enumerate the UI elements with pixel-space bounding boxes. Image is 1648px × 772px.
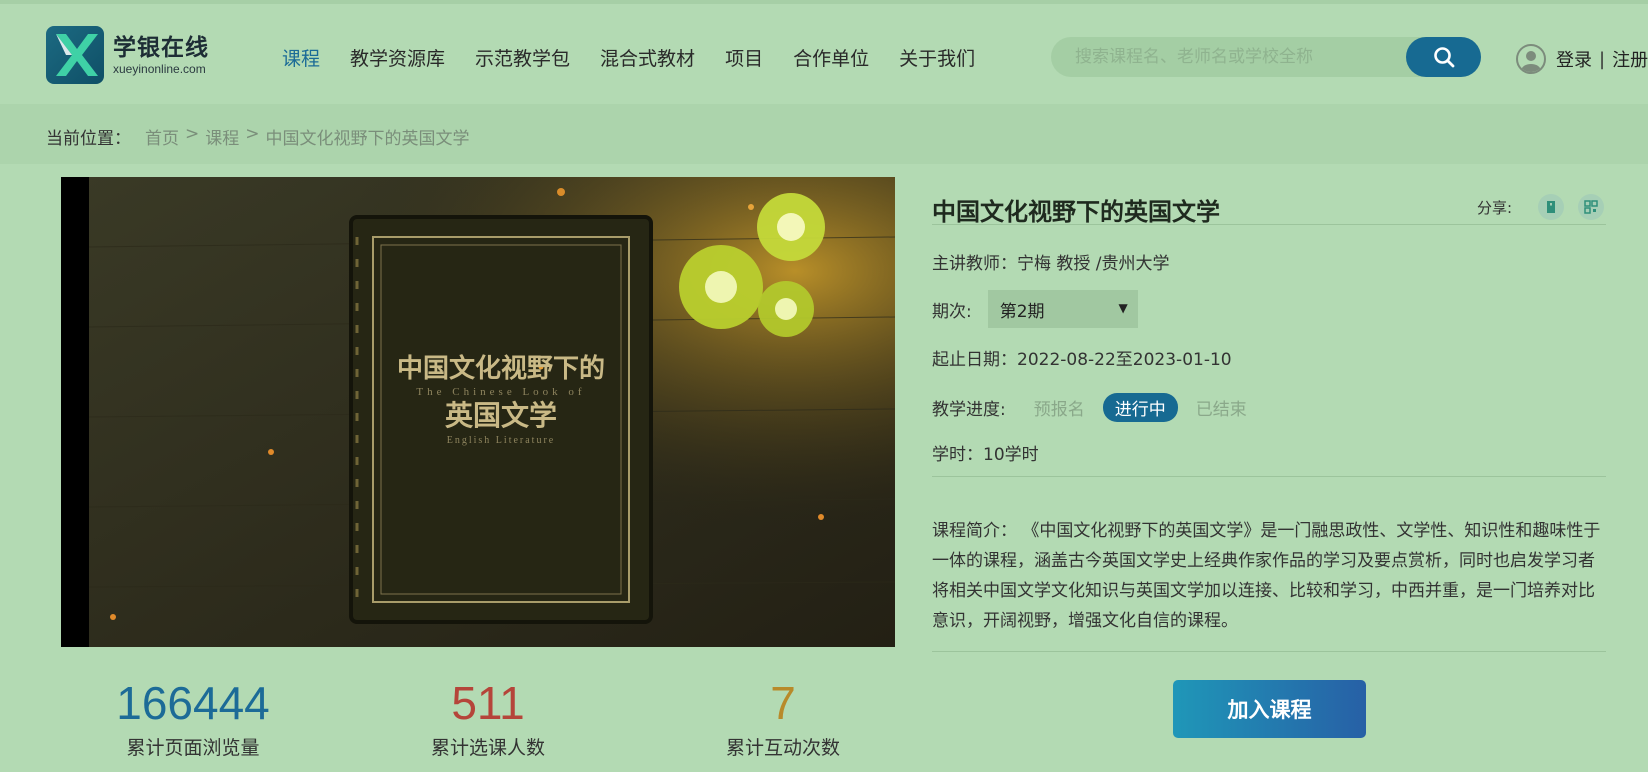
- stat-interactions: 7 累计互动次数: [663, 675, 903, 760]
- qrcode-share-icon[interactable]: [1578, 194, 1605, 220]
- nav-item-blended-textbooks[interactable]: 混合式教材: [600, 44, 695, 71]
- progress-step-ended: 已结束: [1195, 400, 1247, 420]
- site-logo[interactable]: 学银在线 xueyinonline.com: [46, 26, 209, 84]
- divider: [932, 651, 1606, 652]
- nav-item-about[interactable]: 关于我们: [899, 44, 975, 71]
- progress-row: 教学进度: 预报名 进行中 已结束: [932, 393, 1247, 422]
- stat-page-views-label: 累计页面浏览量: [126, 737, 260, 759]
- bookmark-share-icon[interactable]: [1538, 194, 1565, 220]
- video-cover-subtitle: The Chinese Look of: [416, 386, 585, 398]
- stat-interactions-value: 7: [770, 677, 796, 729]
- video-cover-title: 中国文化视野下的: [397, 353, 605, 384]
- user-avatar-icon[interactable]: [1516, 44, 1546, 74]
- stat-enrollments-label: 累计选课人数: [430, 737, 545, 759]
- share-label: 分享:: [1477, 198, 1513, 217]
- logo-text-cn: 学银在线: [113, 35, 209, 61]
- stat-enrollments-value: 511: [451, 677, 525, 729]
- breadcrumb: 当前位置： 首页 > 课程 > 中国文化视野下的英国文学: [46, 124, 470, 149]
- search-box: [1051, 37, 1481, 77]
- breadcrumb-separator: >: [185, 124, 200, 144]
- divider: [932, 476, 1606, 477]
- nav-item-partners[interactable]: 合作单位: [793, 44, 869, 71]
- dropdown-arrow-icon: ▼: [1118, 301, 1128, 315]
- search-button[interactable]: [1406, 37, 1481, 77]
- breadcrumb-bar: 当前位置： 首页 > 课程 > 中国文化视野下的英国文学: [0, 104, 1648, 164]
- course-video-player[interactable]: 中国文化视野下的 The Chinese Look of 英国文学 Englis…: [61, 177, 895, 647]
- join-course-button[interactable]: 加入课程: [1173, 680, 1366, 738]
- site-header: 学银在线 xueyinonline.com 课程 教学资源库 示范教学包 混合式…: [0, 4, 1648, 104]
- share-bar: 分享:: [1477, 194, 1605, 220]
- stat-page-views: 166444 累计页面浏览量: [73, 675, 313, 760]
- user-area: 登录 | 注册: [1516, 44, 1648, 74]
- progress-label: 教学进度:: [932, 400, 1006, 420]
- stat-page-views-value: 166444: [116, 677, 270, 729]
- login-separator: |: [1599, 48, 1606, 70]
- breadcrumb-separator: >: [245, 124, 260, 144]
- course-intro: 课程简介： 《中国文化视野下的英国文学》是一门融思政性、文学性、知识性和趣味性于…: [932, 521, 1601, 631]
- course-hours: 学时：10学时: [932, 445, 1039, 465]
- logo-icon: [46, 26, 104, 84]
- nav-item-resource-library[interactable]: 教学资源库: [350, 44, 445, 71]
- course-title: 中国文化视野下的英国文学: [932, 198, 1220, 226]
- nav-item-demo-packages[interactable]: 示范教学包: [475, 44, 570, 71]
- term-select-value: 第2期: [999, 301, 1045, 322]
- stat-interactions-label: 累计互动次数: [725, 737, 840, 759]
- progress-step-ongoing: 进行中: [1102, 393, 1178, 422]
- breadcrumb-label: 当前位置：: [46, 129, 131, 149]
- breadcrumb-home[interactable]: 首页: [145, 124, 179, 149]
- main-nav: 课程 教学资源库 示范教学包 混合式教材 项目 合作单位 关于我们: [282, 44, 1005, 71]
- video-cover-title2: 英国文学: [445, 399, 557, 432]
- nav-item-projects[interactable]: 项目: [725, 44, 763, 71]
- search-input[interactable]: [1051, 37, 1406, 77]
- term-select[interactable]: 第2期 ▼: [987, 290, 1138, 328]
- course-teacher: 主讲教师：宁梅 教授 /贵州大学: [932, 254, 1170, 274]
- video-cover-caption: English Literature: [447, 435, 555, 446]
- term-label: 期次:: [932, 301, 972, 322]
- breadcrumb-courses[interactable]: 课程: [205, 124, 239, 149]
- divider: [932, 224, 1606, 225]
- stat-enrollments: 511 累计选课人数: [368, 675, 608, 760]
- register-link[interactable]: 注册: [1612, 46, 1648, 72]
- breadcrumb-current: 中国文化视野下的英国文学: [265, 129, 470, 149]
- term-row: 期次: 第2期 ▼: [932, 290, 1138, 328]
- nav-item-courses[interactable]: 课程: [282, 44, 320, 71]
- search-icon: [1433, 47, 1454, 68]
- course-dates: 起止日期：2022-08-22至2023-01-10: [932, 350, 1232, 370]
- logo-text-en: xueyinonline.com: [113, 62, 206, 76]
- progress-step-preregister: 预报名: [1033, 400, 1085, 420]
- login-link[interactable]: 登录: [1556, 46, 1592, 72]
